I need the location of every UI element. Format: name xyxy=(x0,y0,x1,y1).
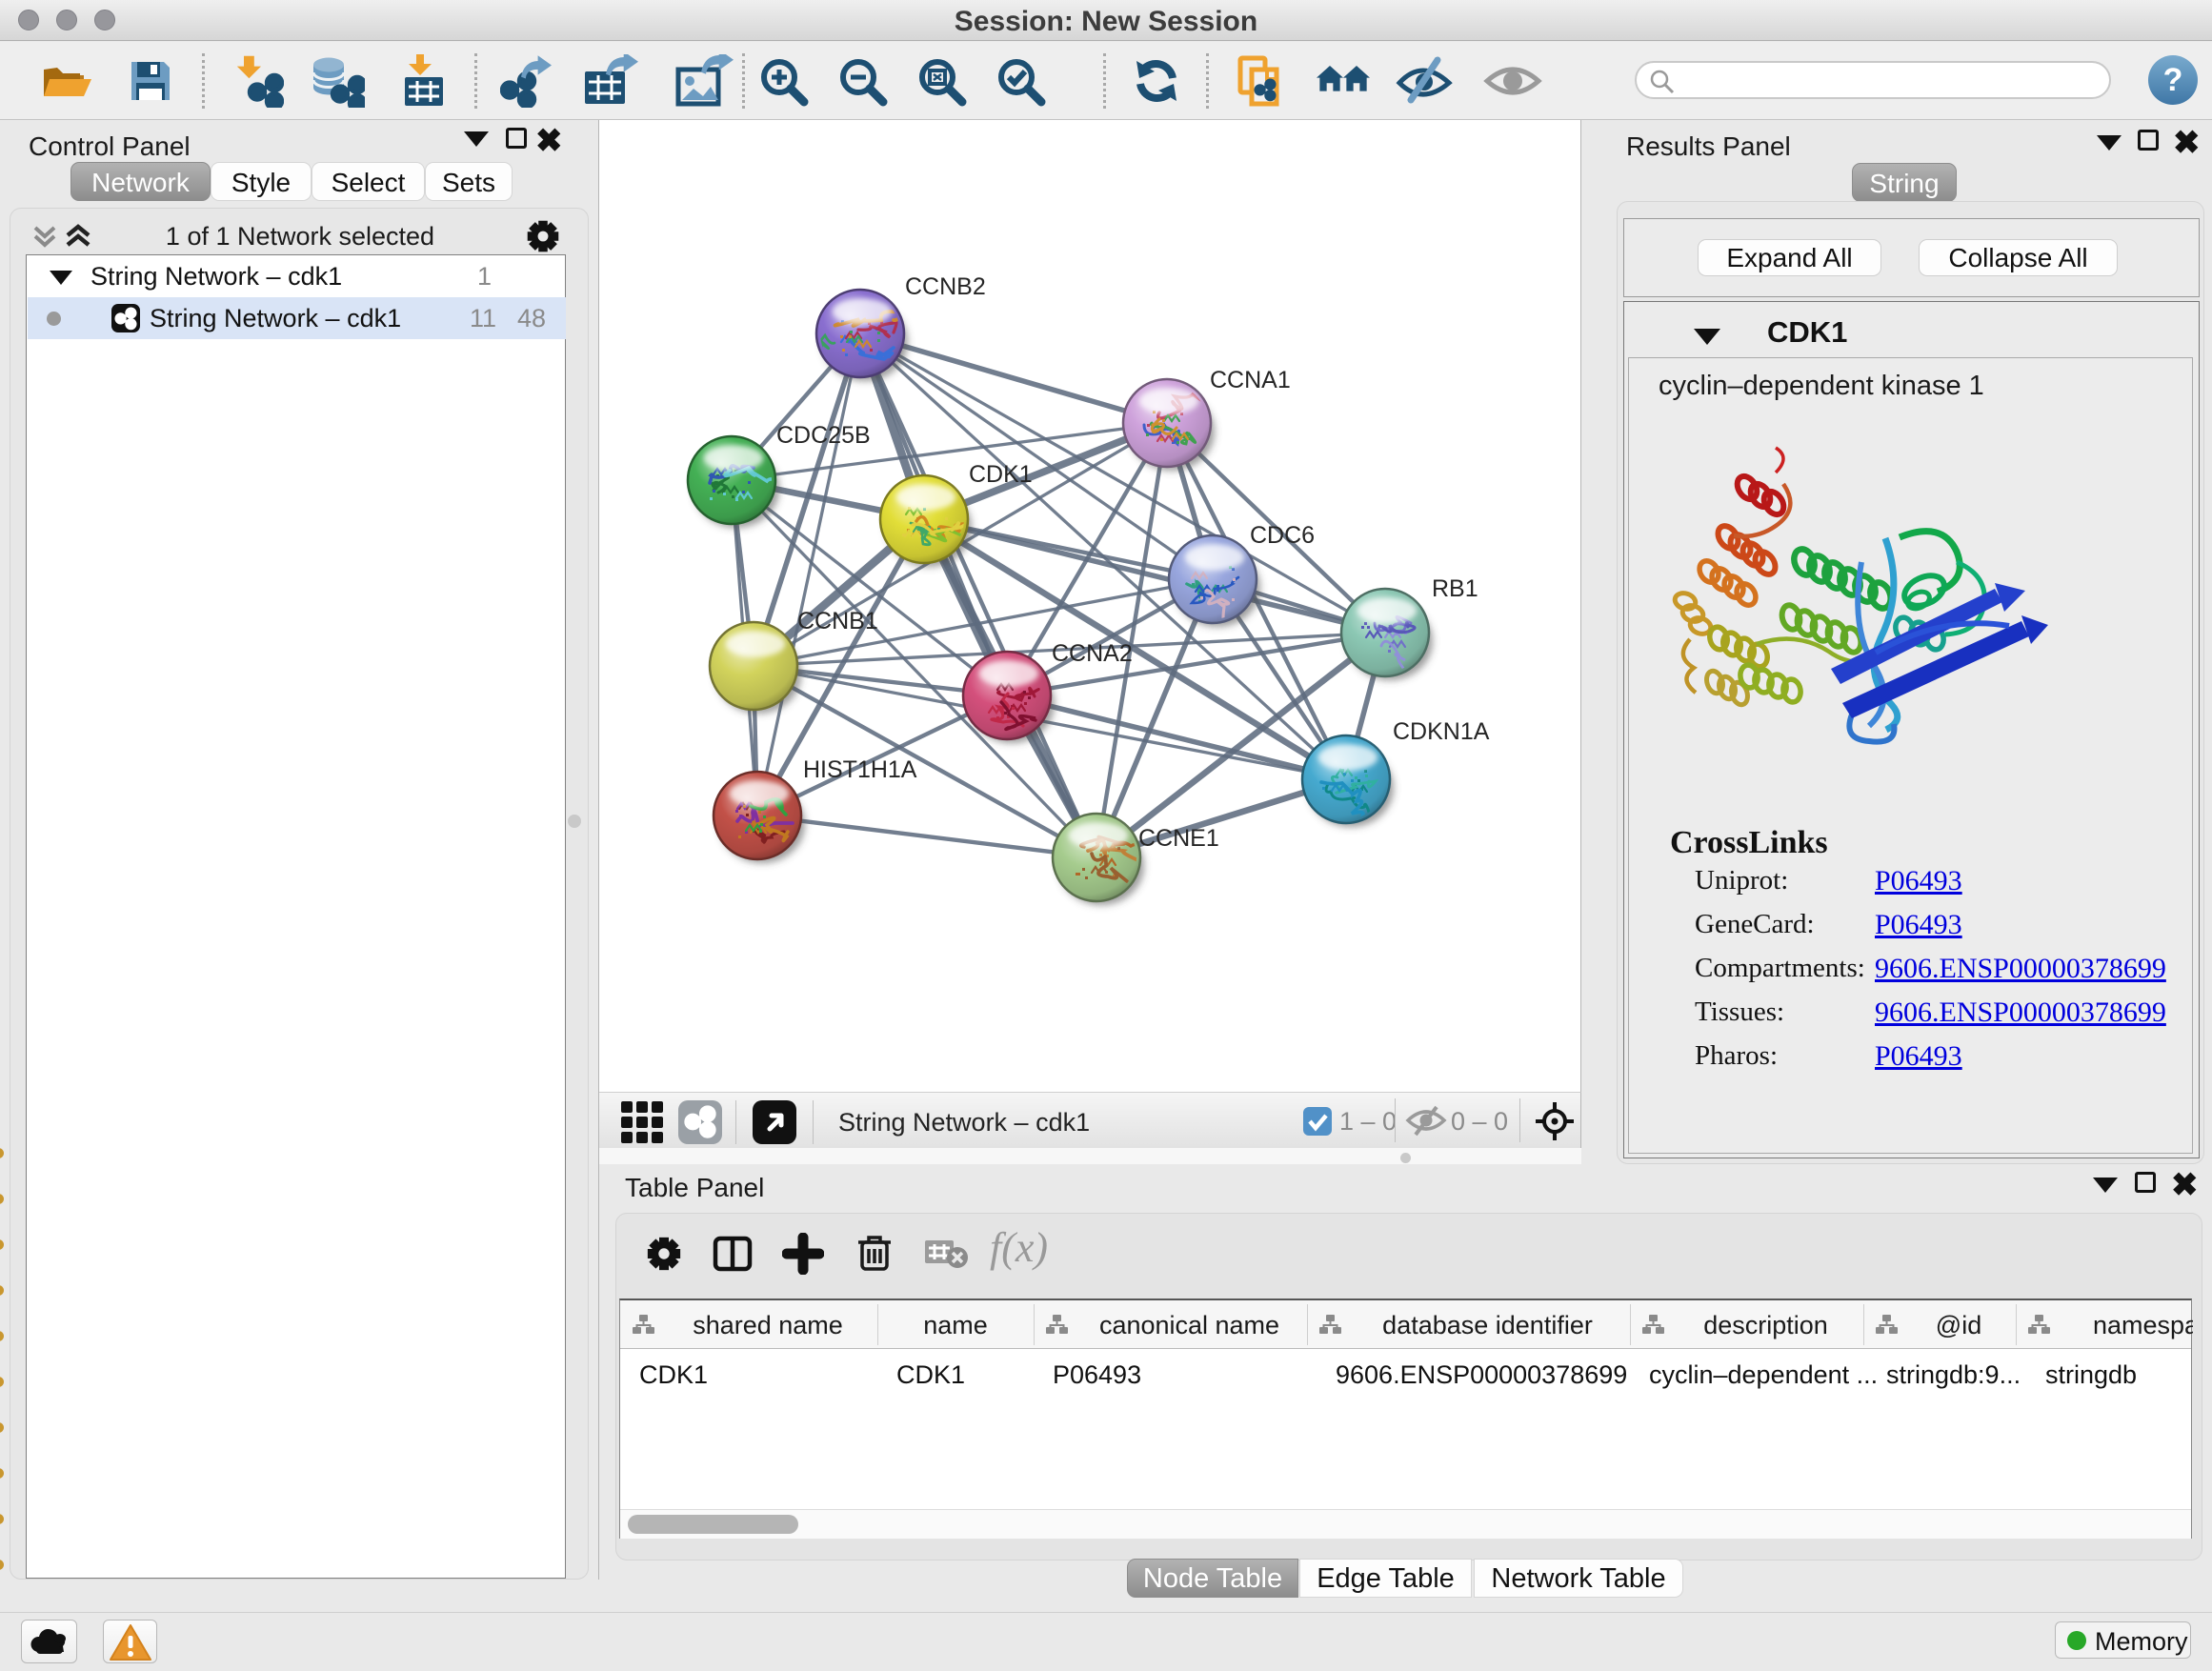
svg-text:CDC6: CDC6 xyxy=(1250,522,1315,549)
svg-text:CCNA1: CCNA1 xyxy=(1210,367,1291,393)
svg-text:CCNA2: CCNA2 xyxy=(1052,640,1133,667)
svg-text:CDC25B: CDC25B xyxy=(776,422,871,449)
svg-text:CCNB2: CCNB2 xyxy=(905,273,986,300)
svg-text:HIST1H1A: HIST1H1A xyxy=(803,756,917,783)
svg-text:RB1: RB1 xyxy=(1432,575,1478,602)
svg-text:CDK1: CDK1 xyxy=(969,461,1033,488)
svg-text:CDKN1A: CDKN1A xyxy=(1393,718,1490,745)
svg-text:CCNB1: CCNB1 xyxy=(797,608,878,634)
svg-text:CCNE1: CCNE1 xyxy=(1138,825,1219,852)
